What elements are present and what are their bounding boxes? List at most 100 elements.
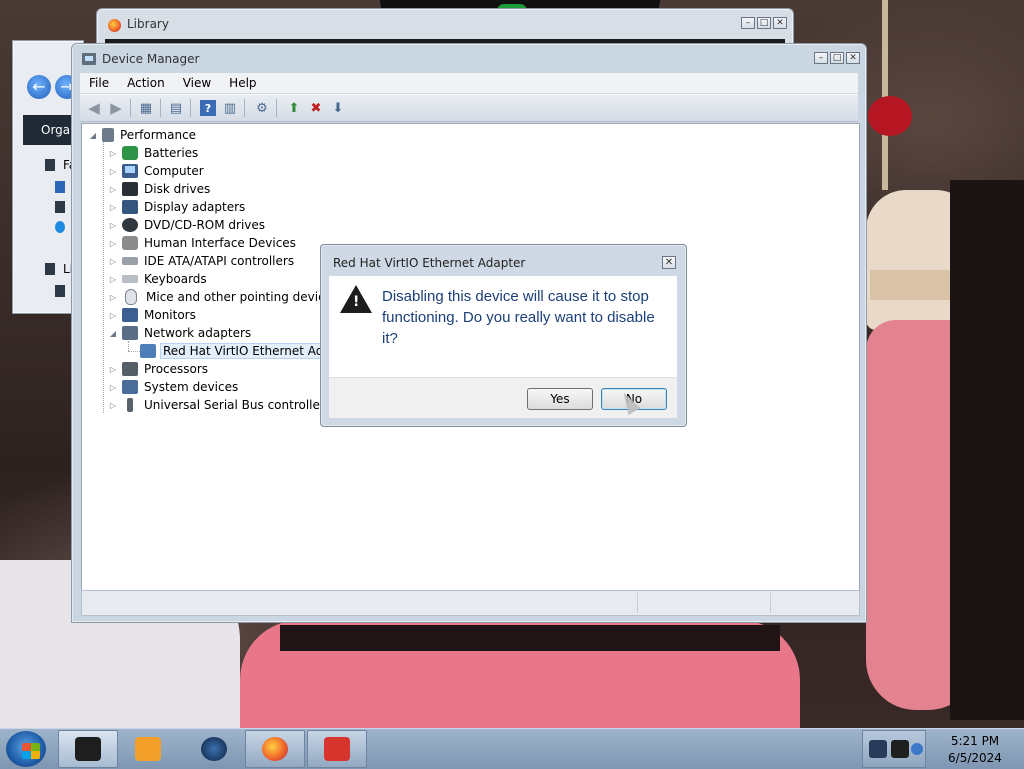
expand-arrow-icon[interactable]: ▷ xyxy=(108,149,118,158)
dialog-close-button[interactable]: ✕ xyxy=(662,256,676,269)
tree-node-computer[interactable]: ▷ Computer xyxy=(108,162,206,180)
recent-icon xyxy=(55,221,65,233)
disable-device-icon[interactable]: ⬇ xyxy=(330,100,346,116)
tree-node-display-adapters[interactable]: ▷ Display adapters xyxy=(108,198,247,216)
mouse-icon xyxy=(125,289,137,305)
firefox-icon xyxy=(262,737,288,761)
window-title: Device Manager xyxy=(102,52,200,66)
taskbar-device-manager[interactable] xyxy=(58,730,118,768)
tree-node-keyboards[interactable]: ▷ Keyboards xyxy=(108,270,209,288)
tree-node-mice[interactable]: ▷ Mice and other pointing devices xyxy=(108,288,340,306)
expand-arrow-icon[interactable]: ▷ xyxy=(108,239,118,248)
media-player-icon xyxy=(135,737,161,761)
maximize-button[interactable]: □ xyxy=(757,17,771,29)
expand-arrow-icon[interactable]: ▷ xyxy=(108,257,118,266)
tree-node-hid[interactable]: ▷ Human Interface Devices xyxy=(108,234,298,252)
menu-view[interactable]: View xyxy=(174,73,220,93)
expand-arrow-icon[interactable]: ▷ xyxy=(108,275,118,284)
library-title: Library xyxy=(127,17,169,31)
menu-file[interactable]: File xyxy=(80,73,118,93)
yes-button[interactable]: Yes xyxy=(527,388,593,410)
properties-icon[interactable]: ▤ xyxy=(168,100,184,116)
back-icon[interactable]: ← xyxy=(27,75,51,99)
ide-controller-icon xyxy=(122,257,138,265)
menu-action[interactable]: Action xyxy=(118,73,174,93)
toolbar: ◀ ▶ ▦ ▤ ? ▥ ⚙ ⬆ ✖ ⬇ xyxy=(80,94,858,122)
maximize-button[interactable]: □ xyxy=(830,52,844,64)
expand-arrow-icon[interactable]: ▷ xyxy=(108,203,118,212)
menu-help[interactable]: Help xyxy=(220,73,265,93)
expand-arrow-icon[interactable]: ▷ xyxy=(108,365,118,374)
battery-icon xyxy=(122,146,138,160)
back-arrow-icon[interactable]: ◀ xyxy=(86,99,102,117)
minimize-button[interactable]: – xyxy=(814,52,828,64)
start-button[interactable] xyxy=(6,731,46,767)
libraries-icon xyxy=(45,263,55,275)
computer-icon xyxy=(102,128,114,142)
expand-arrow-icon[interactable]: ▷ xyxy=(108,221,118,230)
dvd-drive-icon xyxy=(122,218,138,232)
computer-icon xyxy=(122,164,138,178)
uninstall-icon[interactable]: ✖ xyxy=(308,100,324,116)
folder-icon xyxy=(55,201,65,213)
tree-node-processors[interactable]: ▷ Processors xyxy=(108,360,210,378)
network-adapter-icon xyxy=(122,326,138,340)
clock-time: 5:21 PM xyxy=(950,734,1000,748)
expand-arrow-icon[interactable]: ▷ xyxy=(108,383,118,392)
action-center-icon[interactable] xyxy=(869,740,887,758)
taskbar-globe[interactable] xyxy=(184,730,244,768)
expand-arrow-icon[interactable]: ▷ xyxy=(108,293,118,302)
scan-hardware-icon[interactable]: ⚙ xyxy=(254,100,270,116)
favorites-icon xyxy=(45,159,55,171)
expand-arrow-icon[interactable]: ▷ xyxy=(108,167,118,176)
firefox-icon xyxy=(108,19,121,32)
system-devices-icon xyxy=(122,380,138,394)
tree-root[interactable]: ◢ Performance xyxy=(88,126,198,144)
show-hide-console-tree-icon[interactable]: ▦ xyxy=(138,100,154,116)
taskbar-toolbox[interactable] xyxy=(307,730,367,768)
tree-node-disk-drives[interactable]: ▷ Disk drives xyxy=(108,180,212,198)
expand-arrow-icon[interactable]: ▷ xyxy=(108,185,118,194)
documents-icon xyxy=(55,285,65,297)
windows-logo-icon xyxy=(22,743,40,759)
close-button[interactable]: ✕ xyxy=(773,17,787,29)
tree-node-network-adapters[interactable]: ◢ Network adapters xyxy=(108,324,253,342)
disk-drive-icon xyxy=(122,182,138,196)
expand-arrow-icon[interactable]: ▷ xyxy=(108,401,118,410)
clock[interactable]: 5:21 PM 6/5/2024 xyxy=(940,733,1010,767)
network-icon[interactable] xyxy=(891,740,909,758)
close-button[interactable]: ✕ xyxy=(846,52,860,64)
help-icon[interactable]: ? xyxy=(200,100,216,116)
processor-icon xyxy=(122,362,138,376)
ie-icon[interactable] xyxy=(911,743,923,755)
monitor-icon xyxy=(122,308,138,322)
clock-date: 6/5/2024 xyxy=(948,751,1002,765)
dialog-title: Red Hat VirtIO Ethernet Adapter xyxy=(333,256,526,270)
taskbar-media-player[interactable] xyxy=(120,730,180,768)
tree-node-usb-controllers[interactable]: ▷ Universal Serial Bus controllers xyxy=(108,396,333,414)
menu-bar: File Action View Help xyxy=(80,73,858,93)
tree-node-system-devices[interactable]: ▷ System devices xyxy=(108,378,240,396)
collapse-arrow-icon[interactable]: ◢ xyxy=(108,329,118,338)
ethernet-adapter-icon xyxy=(140,344,156,358)
minimize-button[interactable]: – xyxy=(741,17,755,29)
taskbar: 5:21 PM 6/5/2024 xyxy=(0,728,1024,769)
tree-node-monitors[interactable]: ▷ Monitors xyxy=(108,306,198,324)
toolbox-icon xyxy=(324,737,350,761)
dialog-message: Disabling this device will cause it to s… xyxy=(382,288,655,347)
display-adapter-icon xyxy=(122,200,138,214)
update-driver-icon[interactable]: ⬆ xyxy=(286,100,302,116)
tree-node-virtio-adapter[interactable]: Red Hat VirtIO Ethernet Adapt xyxy=(140,342,347,360)
tree-node-dvd-drives[interactable]: ▷ DVD/CD-ROM drives xyxy=(108,216,267,234)
taskbar-firefox[interactable] xyxy=(245,730,305,768)
tree-node-ide-controllers[interactable]: ▷ IDE ATA/ATAPI controllers xyxy=(108,252,296,270)
usb-icon xyxy=(127,398,133,412)
globe-icon xyxy=(201,737,227,761)
hid-icon xyxy=(122,236,138,250)
expand-arrow-icon[interactable]: ▷ xyxy=(108,311,118,320)
collapse-arrow-icon[interactable]: ◢ xyxy=(88,131,98,140)
tree-node-batteries[interactable]: ▷ Batteries xyxy=(108,144,200,162)
action-pane-icon[interactable]: ▥ xyxy=(222,100,238,116)
forward-arrow-icon[interactable]: ▶ xyxy=(108,99,124,117)
status-bar xyxy=(81,590,860,616)
